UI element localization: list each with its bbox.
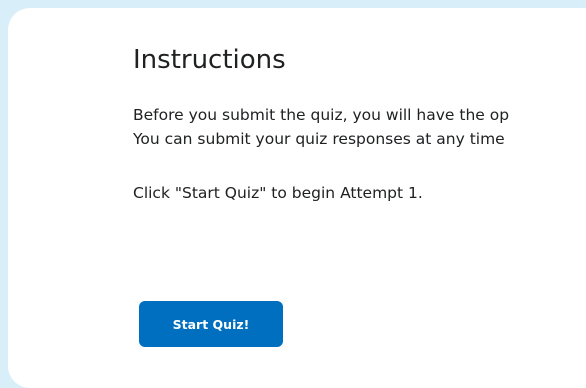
start-instruction-text: Click "Start Quiz" to begin Attempt 1. bbox=[133, 184, 423, 202]
instructions-text-block: Before you submit the quiz, you will hav… bbox=[133, 103, 509, 151]
instructions-heading: Instructions bbox=[133, 45, 286, 75]
start-quiz-button[interactable]: Start Quiz! bbox=[139, 301, 283, 347]
instructions-line: Before you submit the quiz, you will hav… bbox=[133, 106, 510, 124]
instructions-line: You can submit your quiz responses at an… bbox=[133, 130, 505, 148]
